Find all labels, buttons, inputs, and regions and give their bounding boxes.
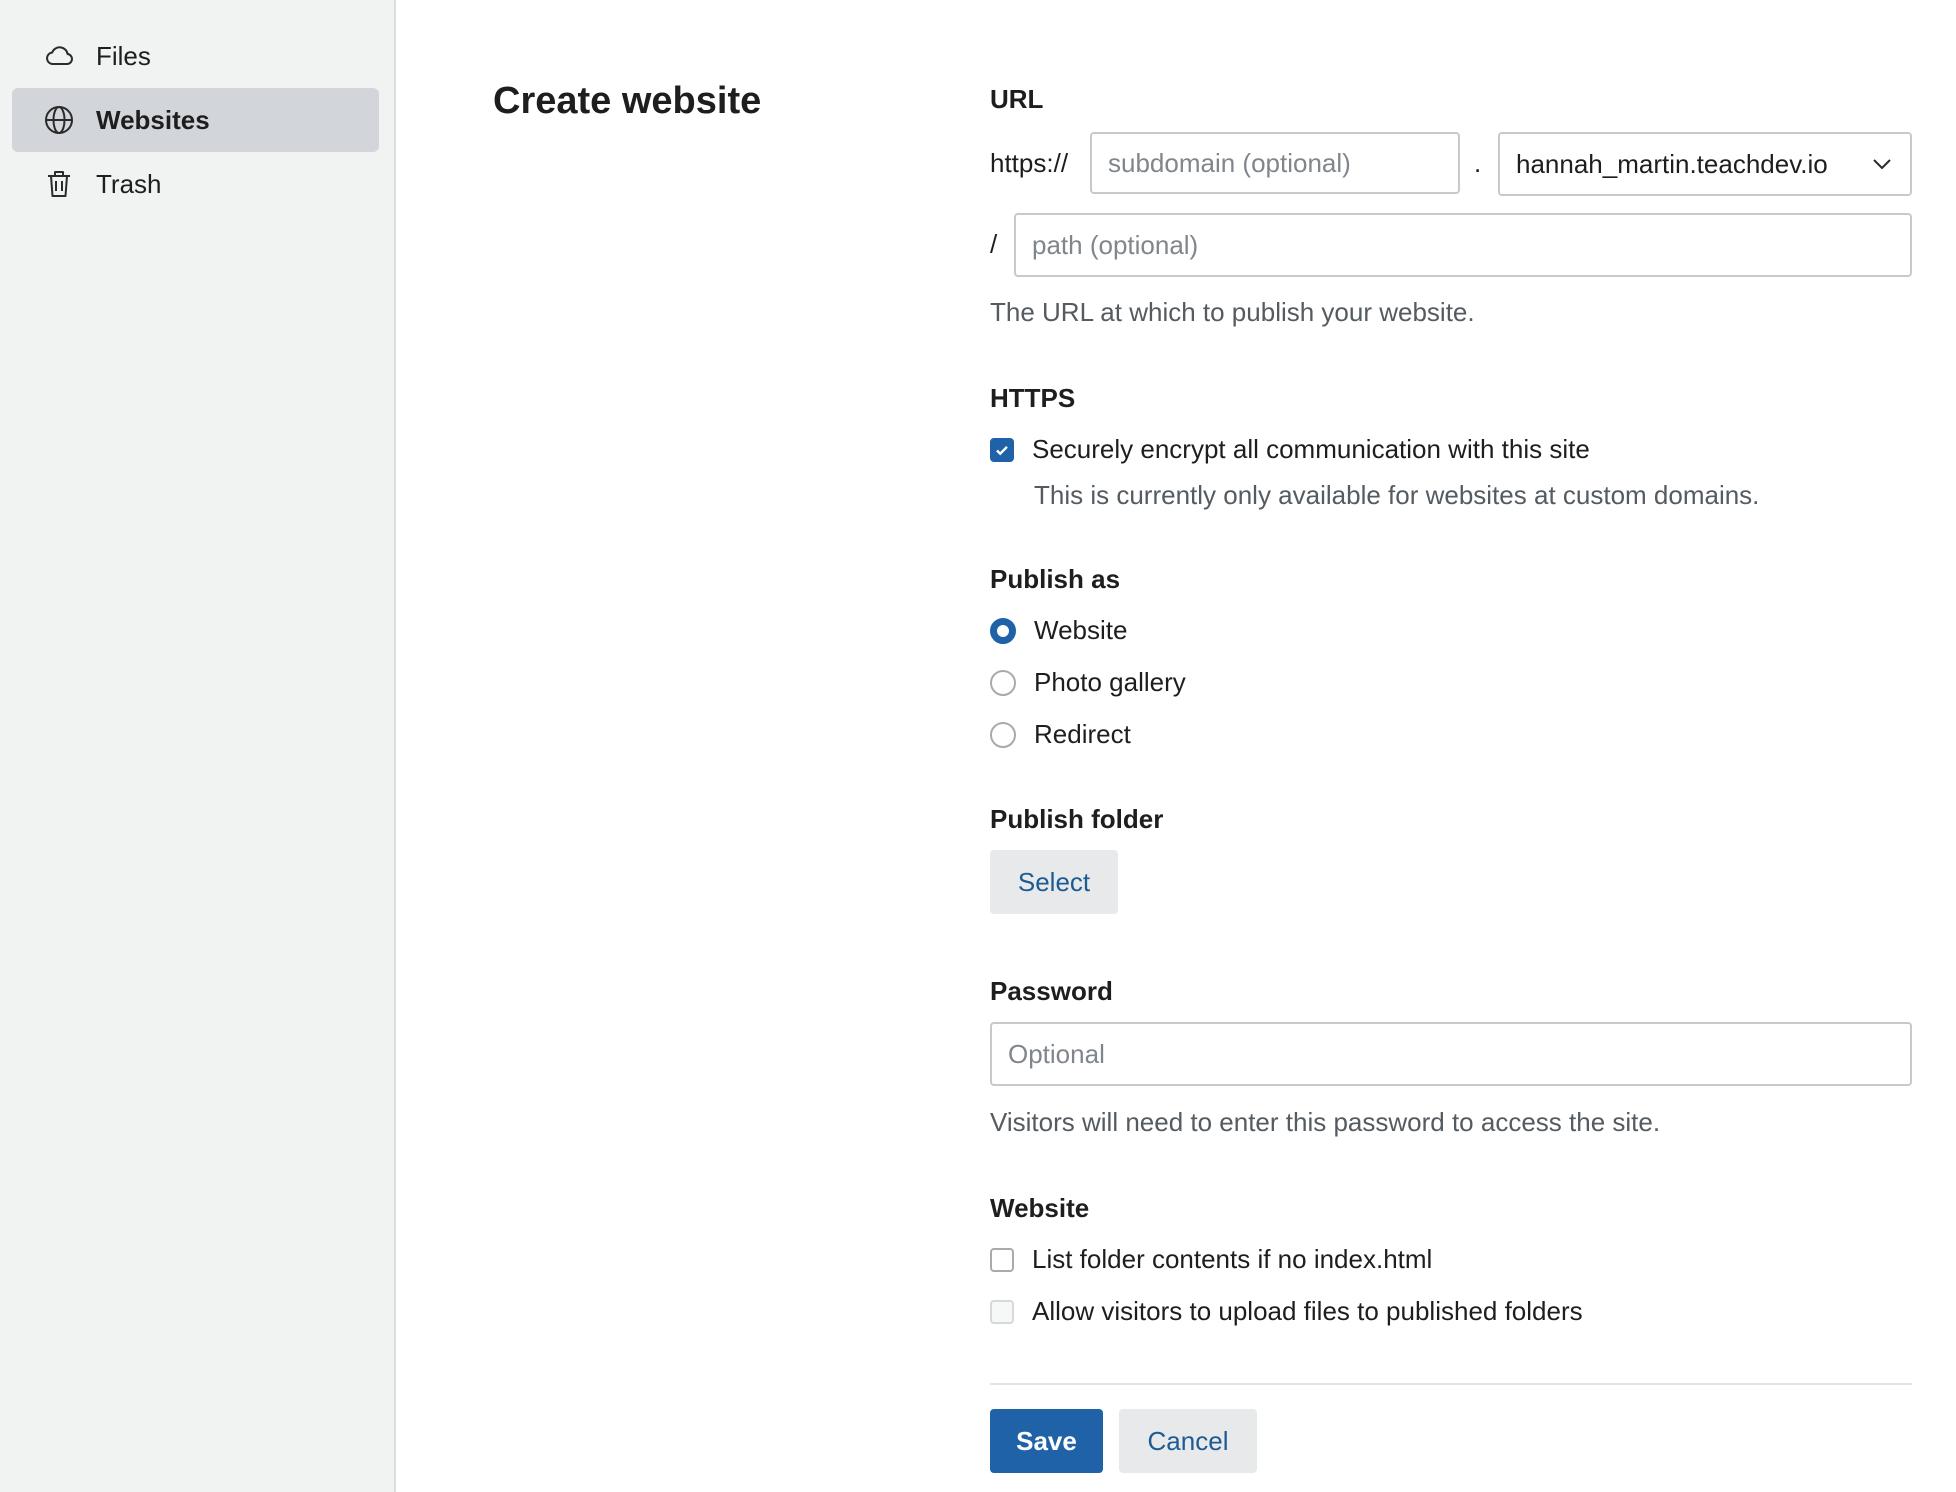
sidebar-item-label: Files [96, 40, 151, 71]
https-checkbox-label: Securely encrypt all communication with … [1032, 434, 1590, 464]
page-title: Create website [493, 80, 762, 122]
globe-icon [42, 103, 76, 137]
checkbox-label: Allow visitors to upload files to publis… [1032, 1296, 1583, 1326]
select-folder-button[interactable]: Select [990, 850, 1118, 914]
allow-uploads-checkbox[interactable] [990, 1299, 1014, 1324]
website-options-label: Website [990, 1193, 1090, 1223]
photo-gallery-radio[interactable] [990, 669, 1016, 696]
radio-option-photo-gallery[interactable]: Photo gallery [990, 667, 1186, 698]
url-dot-separator: . [1474, 148, 1482, 178]
https-checkbox[interactable] [990, 437, 1014, 462]
sidebar: Files Websites Trash [0, 0, 396, 1492]
radio-option-redirect[interactable]: Redirect [990, 719, 1131, 750]
password-input[interactable] [990, 1022, 1912, 1086]
cancel-button[interactable]: Cancel [1119, 1409, 1257, 1473]
allow-uploads-row[interactable]: Allow visitors to upload files to publis… [990, 1296, 1583, 1327]
checkmark-icon [996, 445, 1008, 455]
https-checkbox-row[interactable]: Securely encrypt all communication with … [990, 434, 1590, 465]
https-section-label: HTTPS [990, 383, 1076, 413]
url-help-text: The URL at which to publish your website… [990, 297, 1475, 327]
path-input[interactable] [1014, 213, 1912, 277]
sidebar-item-trash[interactable]: Trash [12, 152, 379, 216]
url-section-label: URL [990, 84, 1044, 114]
checkbox-label: List folder contents if no index.html [1032, 1244, 1433, 1274]
publish-as-label: Publish as [990, 564, 1121, 594]
chevron-down-icon [1873, 159, 1891, 170]
radio-label: Redirect [1034, 719, 1131, 749]
domain-select[interactable]: hannah_martin.teachdev.io [1498, 132, 1912, 196]
form-divider [990, 1383, 1912, 1385]
url-scheme-text: https:// [990, 148, 1069, 178]
sidebar-item-label: Websites [96, 104, 210, 135]
publish-folder-label: Publish folder [990, 804, 1164, 834]
password-label: Password [990, 976, 1113, 1006]
cloud-icon [42, 39, 76, 73]
radio-label: Website [1034, 615, 1128, 645]
sidebar-item-label: Trash [96, 168, 162, 199]
sidebar-item-websites[interactable]: Websites [12, 88, 379, 152]
domain-select-value: hannah_martin.teachdev.io [1516, 148, 1828, 179]
radio-label: Photo gallery [1034, 667, 1186, 697]
https-help-text: This is currently only available for web… [1034, 480, 1760, 510]
save-button[interactable]: Save [990, 1409, 1103, 1473]
url-slash-separator: / [990, 229, 998, 259]
password-help-text: Visitors will need to enter this passwor… [990, 1107, 1661, 1137]
redirect-radio[interactable] [990, 721, 1016, 748]
website-radio[interactable] [990, 617, 1016, 644]
create-website-form: URL https:// . hannah_martin.teachdev.io… [990, 0, 1912, 1492]
trash-icon [42, 167, 76, 201]
sidebar-item-files[interactable]: Files [12, 24, 379, 88]
list-folder-contents-checkbox[interactable] [990, 1247, 1014, 1272]
radio-option-website[interactable]: Website [990, 615, 1127, 646]
list-folder-contents-row[interactable]: List folder contents if no index.html [990, 1244, 1432, 1275]
subdomain-input[interactable] [1090, 132, 1460, 194]
